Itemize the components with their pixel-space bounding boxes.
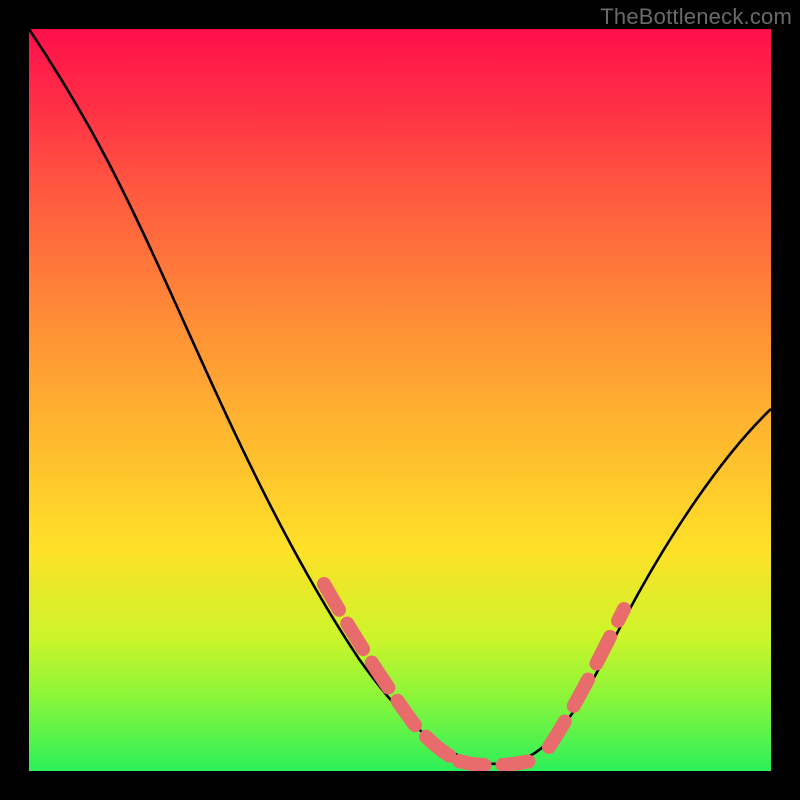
curve-svg bbox=[29, 29, 771, 771]
highlight-bottom bbox=[459, 759, 539, 765]
chart-frame: TheBottleneck.com bbox=[0, 0, 800, 800]
watermark-text: TheBottleneck.com bbox=[600, 4, 792, 30]
main-curve bbox=[29, 29, 771, 764]
highlight-left bbox=[324, 584, 459, 761]
plot-area bbox=[29, 29, 771, 771]
highlight-right bbox=[549, 609, 624, 747]
